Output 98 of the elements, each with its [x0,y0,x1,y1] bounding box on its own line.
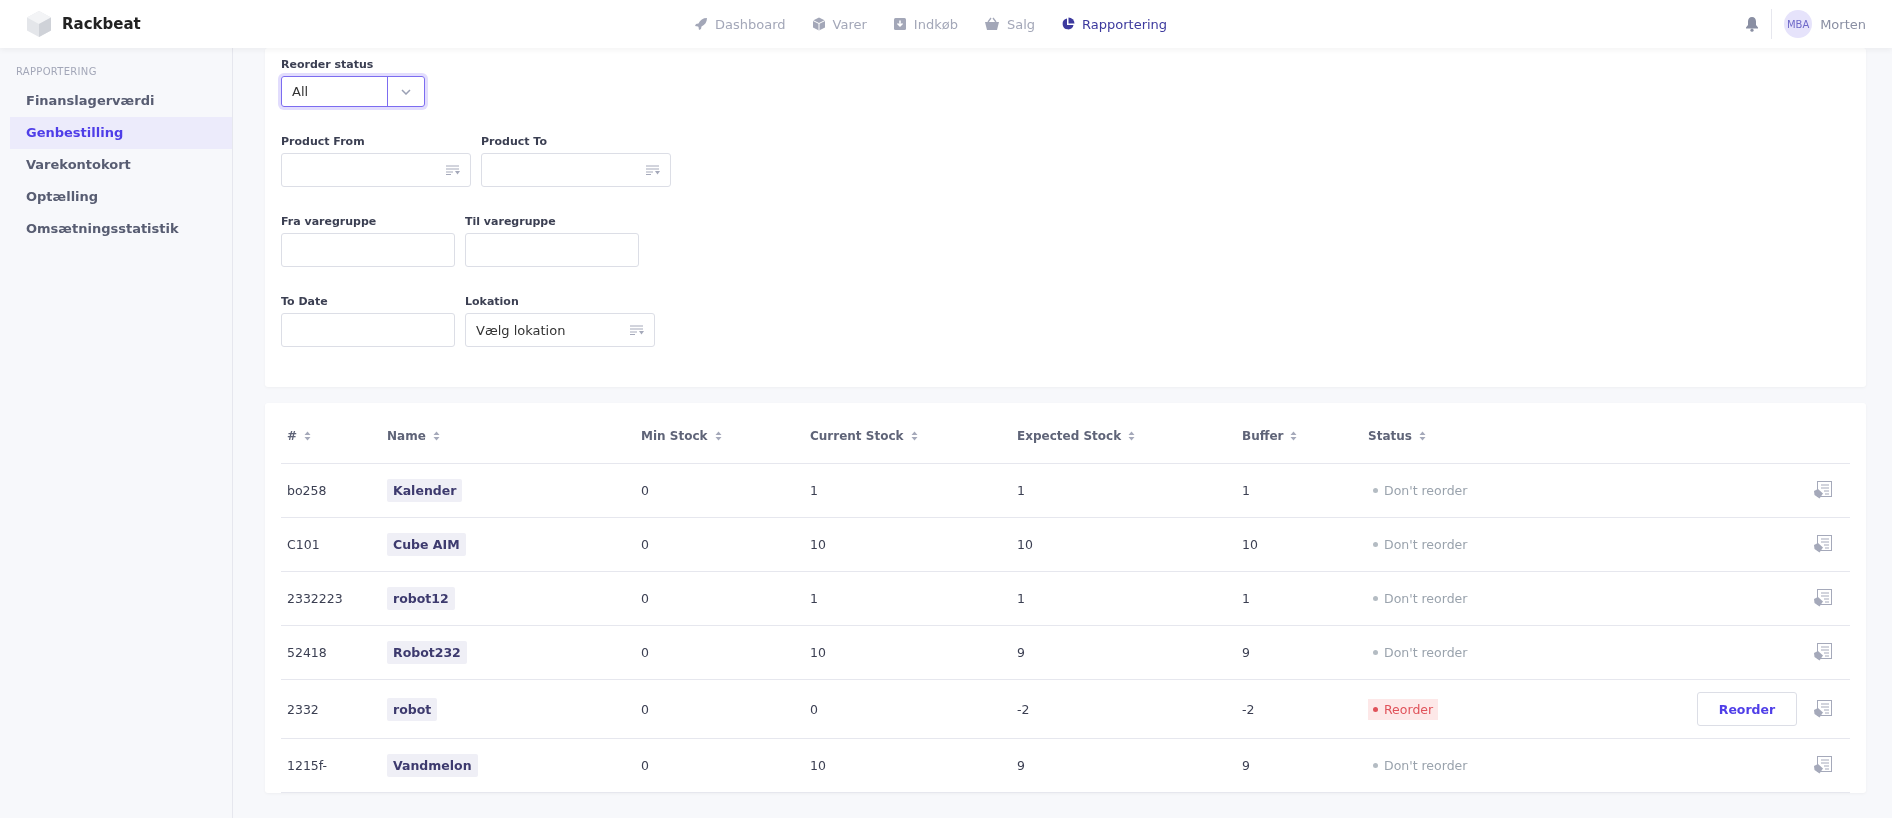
sidebar-item[interactable]: Genbestilling [10,117,232,149]
table-cell: 10 [1017,537,1033,552]
table-cell: 1 [1242,591,1250,606]
reorder-status-select[interactable]: All [281,76,425,107]
picker-field[interactable] [281,153,471,187]
field-label: Product To [481,135,548,148]
tag-list-icon[interactable] [1813,643,1832,662]
table-cell: 0 [641,483,649,498]
table-cell: 1 [810,483,818,498]
status-label: Reorder [1368,698,1439,720]
bell-icon[interactable] [1745,16,1760,32]
column-header[interactable]: Buffer [1242,428,1298,443]
user-avatar[interactable]: MBA [1784,10,1813,38]
table-cell: 0 [641,758,649,773]
status-label: Don't reorder [1368,642,1473,663]
product-name-tag[interactable]: robot [387,697,438,721]
column-header[interactable]: Status [1368,428,1426,443]
status-label: Don't reorder [1368,755,1473,776]
list-filter-icon [446,165,460,175]
field-label: Fra varegruppe [281,215,378,228]
status-label: Don't reorder [1368,588,1473,609]
cube-icon [811,17,826,31]
column-header[interactable]: # [287,428,312,443]
rocket-icon [694,17,709,31]
table-cell: 1 [1242,483,1250,498]
table-cell: 9 [1242,758,1250,773]
table-cell: 10 [1242,537,1258,552]
sidebar-item[interactable]: Omsætningsstatistik [10,213,232,245]
column-header[interactable]: Name [387,428,440,443]
table-cell: 0 [641,645,649,660]
field-label: Reorder status [281,58,375,71]
table-cell: 10 [810,537,826,552]
cube-logo-icon [26,10,52,38]
picker-field[interactable]: Vælg lokation [465,313,655,347]
input-field[interactable] [281,233,455,267]
table-cell: 0 [641,701,649,717]
table-cell: 0 [810,701,818,717]
table-cell: 9 [1017,645,1025,660]
table-cell: 9 [1242,645,1250,660]
nav-tab[interactable]: Rapportering [1061,16,1168,32]
table-cell: 1215f- [287,758,328,773]
table-cell: 0 [641,537,649,552]
table-cell: 9 [1017,758,1025,773]
sort-icon [1128,430,1136,441]
table-cell: 1 [810,591,818,606]
product-name-tag[interactable]: Kalender [387,479,463,502]
product-name-tag[interactable]: robot12 [387,587,455,610]
product-name-tag[interactable]: Robot232 [387,641,467,664]
list-filter-icon [630,325,644,335]
tag-list-icon[interactable] [1813,756,1832,775]
sidebar-item[interactable]: Varekontokort [10,149,232,181]
tag-list-icon[interactable] [1813,481,1832,500]
sort-icon [1418,430,1426,441]
basket-icon [983,17,1000,31]
list-filter-icon [646,165,660,175]
sort-icon [432,430,440,441]
table-cell: 1 [1017,591,1025,606]
table-cell: 10 [810,645,826,660]
tag-list-icon[interactable] [1813,589,1832,608]
table-cell: 2332 [287,701,319,717]
sort-icon [304,430,312,441]
table-cell: 2332223 [287,591,343,606]
tag-list-icon[interactable] [1813,699,1832,719]
field-label: To Date [281,295,329,308]
pie-chart-icon [1061,17,1075,31]
table-cell: -2 [1017,701,1030,717]
sort-icon [714,430,722,441]
download-box-icon [892,17,907,31]
input-field[interactable] [465,233,639,267]
reorder-button[interactable]: Reorder [1697,692,1797,726]
table-cell: bo258 [287,483,327,498]
user-name[interactable]: Morten [1820,16,1866,32]
product-name-tag[interactable]: Vandmelon [387,754,478,777]
column-header[interactable]: Min Stock [641,428,722,443]
field-label: Til varegruppe [465,215,557,228]
product-name-tag[interactable]: Cube AIM [387,533,466,556]
sort-icon [910,430,918,441]
table-cell: 1 [1017,483,1025,498]
sidebar-item[interactable]: Finanslagerværdi [10,85,232,117]
tag-list-icon[interactable] [1813,535,1832,554]
status-label: Don't reorder [1368,480,1473,501]
table-cell: 52418 [287,645,327,660]
table-cell: C101 [287,537,320,552]
sort-icon [1290,430,1298,441]
sidebar-heading: RAPPORTERING [15,66,98,79]
table-cell: 0 [641,591,649,606]
input-field[interactable] [281,313,455,347]
column-header[interactable]: Expected Stock [1017,428,1136,443]
chevron-down-icon [401,88,411,95]
picker-field[interactable] [481,153,671,187]
table-cell: -2 [1242,701,1255,717]
sidebar-item[interactable]: Optælling [10,181,232,213]
field-label: Product From [281,135,366,148]
column-header[interactable]: Current Stock [810,428,918,443]
status-label: Don't reorder [1368,534,1473,555]
table-cell: 10 [810,758,826,773]
app-name: Rackbeat [62,15,141,33]
field-label: Lokation [465,295,520,308]
